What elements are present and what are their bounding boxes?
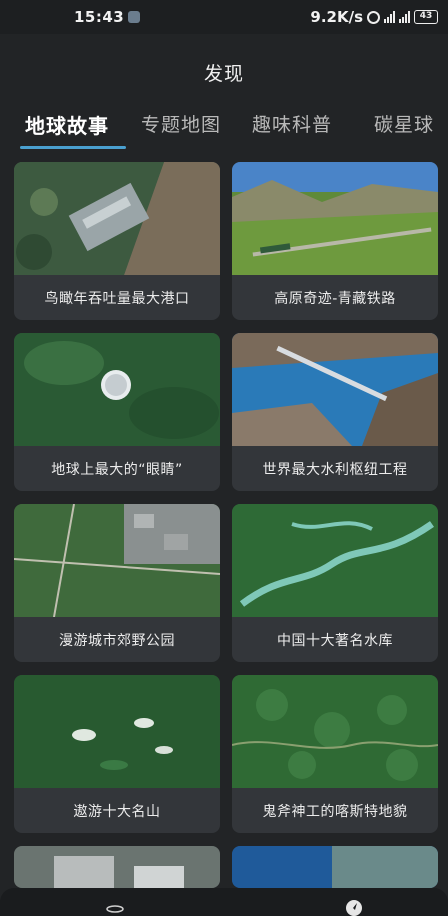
port-aerial-image — [14, 162, 220, 275]
partial-satellite-image — [232, 846, 438, 888]
tab-carbon-planet[interactable]: 碳星球 — [374, 110, 434, 137]
reservoir-aerial-image — [232, 504, 438, 617]
story-card-partial-left[interactable] — [14, 846, 220, 888]
compass-icon[interactable] — [345, 898, 363, 916]
card-caption: 遨游十大名山 — [73, 803, 161, 820]
card-caption: 鸟瞰年吞吐量最大港口 — [44, 290, 190, 307]
alarm-icon — [367, 10, 380, 24]
telescope-aerial-image — [14, 333, 220, 446]
battery-icon: 43 — [414, 10, 438, 24]
mountain-aerial-image — [14, 675, 220, 788]
status-bar: 15:43 9.2K/s 43 — [0, 0, 448, 34]
story-card-mountains[interactable]: 遨游十大名山 — [14, 675, 220, 833]
story-card-hydro-project[interactable]: 世界最大水利枢纽工程 — [232, 333, 438, 491]
bottom-navigation — [0, 888, 448, 916]
signal-icon — [384, 11, 395, 23]
planet-icon[interactable] — [106, 898, 124, 916]
story-card-partial-right[interactable] — [232, 846, 438, 888]
story-card-qinghai-tibet-railway[interactable]: 高原奇迹-青藏铁路 — [232, 162, 438, 320]
card-caption: 世界最大水利枢纽工程 — [262, 461, 408, 478]
card-caption: 地球上最大的“眼睛” — [51, 461, 183, 478]
story-card-port[interactable]: 鸟瞰年吞吐量最大港口 — [14, 162, 220, 320]
card-caption: 鬼斧神工的喀斯特地貌 — [262, 803, 408, 820]
park-aerial-image — [14, 504, 220, 617]
active-tab-indicator — [20, 146, 126, 149]
tab-fun-science[interactable]: 趣味科普 — [252, 110, 332, 137]
network-speed: 9.2K/s — [310, 8, 363, 26]
signal-icon — [399, 11, 410, 23]
story-card-country-park[interactable]: 漫游城市郊野公园 — [14, 504, 220, 662]
card-caption: 中国十大著名水库 — [277, 632, 393, 649]
app-icon — [128, 11, 141, 23]
status-time: 15:43 — [74, 8, 125, 26]
tab-earth-stories[interactable]: 地球故事 — [25, 110, 109, 139]
category-tabs: 地球故事 专题地图 趣味科普 碳星球 — [0, 104, 448, 150]
status-right: 9.2K/s 43 — [310, 8, 438, 26]
page-title: 发现 — [203, 62, 244, 85]
card-caption: 漫游城市郊野公园 — [59, 632, 175, 649]
railway-photo-image — [232, 162, 438, 275]
card-caption: 高原奇迹-青藏铁路 — [274, 290, 396, 307]
story-card-reservoirs[interactable]: 中国十大著名水库 — [232, 504, 438, 662]
story-card-karst[interactable]: 鬼斧神工的喀斯特地貌 — [232, 675, 438, 833]
story-card-fast-telescope[interactable]: 地球上最大的“眼睛” — [14, 333, 220, 491]
partial-aerial-image — [14, 846, 220, 888]
karst-aerial-image — [232, 675, 438, 788]
dam-aerial-image — [232, 333, 438, 446]
tab-thematic-maps[interactable]: 专题地图 — [141, 110, 221, 137]
title-bar: 发现 — [0, 34, 448, 110]
